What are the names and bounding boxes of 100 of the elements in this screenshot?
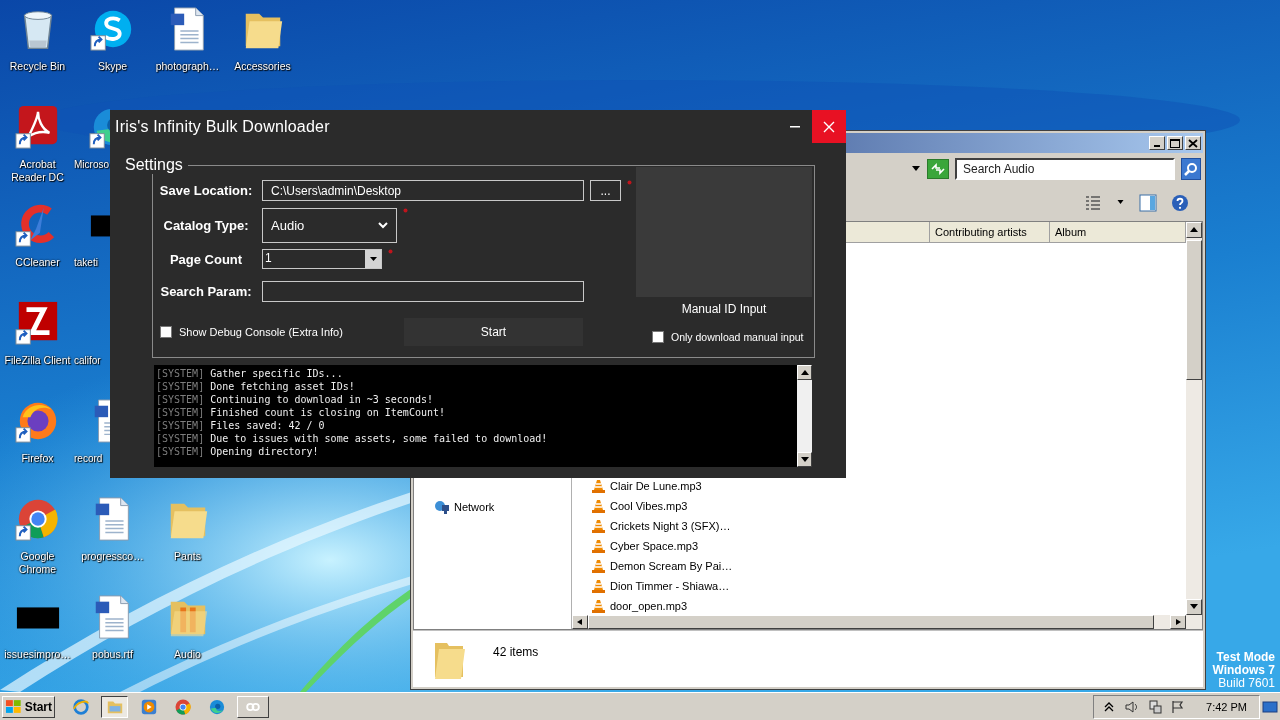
icon-label: Firefox <box>20 452 55 465</box>
catalog-type-dropdown[interactable]: Audio <box>262 208 397 243</box>
file-name[interactable]: Demon Scream By Pai… <box>610 560 733 572</box>
field-label: Search Param: <box>159 284 253 299</box>
scrollbar-thumb[interactable] <box>1186 240 1202 380</box>
checkbox-label[interactable]: Show Debug Console (Extra Info) <box>179 326 343 338</box>
show-desktop-icon[interactable] <box>1262 698 1278 715</box>
file-name[interactable]: Dion Timmer - Shiawa… <box>610 580 730 592</box>
minimize-icon <box>1154 144 1160 147</box>
icon-label: Pants <box>173 550 202 563</box>
scroll-up-button[interactable] <box>797 365 812 380</box>
browse-button[interactable]: ... <box>590 180 621 201</box>
os-notice-text: Test Mode <box>1216 651 1275 664</box>
traffic-cone-icon <box>592 539 605 553</box>
scrollbar-thumb[interactable] <box>588 615 1154 629</box>
os-notice-text: Windows 7 <box>1212 664 1275 677</box>
scroll-left-button[interactable] <box>572 615 588 629</box>
help-icon[interactable] <box>1171 194 1189 212</box>
scroll-right-button[interactable] <box>1170 615 1186 629</box>
clock[interactable]: 7:42 PM <box>1206 700 1247 713</box>
icon-label: record <box>74 452 103 465</box>
maximize-button[interactable] <box>1167 136 1183 150</box>
traffic-cone-icon <box>592 519 605 533</box>
checkbox[interactable] <box>160 326 172 338</box>
icon-label: Recycle Bin <box>8 60 67 73</box>
icon-label: progressco… <box>80 550 145 563</box>
globe-icon <box>434 499 450 515</box>
icon-label: CCleaner <box>14 256 61 269</box>
flag-icon[interactable] <box>1171 699 1186 714</box>
window-title: Iris's Infinity Bulk Downloader <box>114 117 331 136</box>
icon-label: Google Chrome <box>17 550 58 576</box>
icon-label: Microso <box>74 158 109 171</box>
arrow-down-icon <box>800 456 809 463</box>
close-button[interactable] <box>1185 136 1201 150</box>
column-header[interactable]: Contributing artists <box>930 222 1050 242</box>
item-count: 42 items <box>493 645 539 659</box>
arrow-up-icon <box>1190 227 1198 233</box>
icon-label: Audio <box>173 648 202 661</box>
minimize-icon <box>790 125 800 128</box>
speaker-icon[interactable] <box>1125 699 1140 714</box>
field-label: Manual ID Input <box>680 302 768 316</box>
file-name[interactable]: Cool Vibes.mp3 <box>610 500 688 512</box>
file-name[interactable]: Clair De Lune.mp3 <box>610 480 702 492</box>
field-label: Page Count <box>168 251 244 267</box>
start-button[interactable]: Start <box>2 695 55 718</box>
arrow-right-icon <box>1174 619 1182 625</box>
page-count-field[interactable]: 1 <box>262 249 382 269</box>
list-view-icon[interactable] <box>1084 194 1102 212</box>
taskbar-button[interactable] <box>101 695 128 718</box>
close-icon <box>823 120 835 133</box>
log-line: [SYSTEM] Finished count is closing on ItemCount! <box>156 406 446 419</box>
icon-label: photograph… <box>154 60 221 73</box>
minimize-button[interactable] <box>1149 136 1165 150</box>
checkbox-label[interactable]: Only download manual input <box>671 331 804 343</box>
log-line: [SYSTEM] Gather specific IDs... <box>156 367 344 380</box>
windows-flag-icon <box>5 698 23 715</box>
network-icon[interactable] <box>1148 699 1163 714</box>
nav-item[interactable]: Network <box>414 499 571 515</box>
search-icon <box>1184 162 1198 176</box>
os-notice-text: Build 7601 <box>1218 677 1275 690</box>
caret-icon[interactable] <box>1116 200 1125 206</box>
refresh-button[interactable] <box>927 159 949 179</box>
save-location-field[interactable]: C:\Users\admin\Desktop <box>262 180 584 201</box>
arrow-down-icon <box>369 257 377 261</box>
search-button[interactable] <box>1181 158 1201 180</box>
maximize-icon <box>1170 138 1180 148</box>
checkbox[interactable] <box>652 331 664 343</box>
icon-label: pobus.rtf <box>91 648 134 661</box>
scroll-down-button[interactable] <box>797 452 812 467</box>
scroll-up-button[interactable] <box>1186 222 1202 238</box>
log-line: [SYSTEM] Opening directory! <box>156 445 320 458</box>
arrows-icon <box>931 163 945 175</box>
icon-label: FileZilla Client <box>3 354 72 367</box>
traffic-cone-icon <box>592 599 605 613</box>
icon-label: califor <box>74 354 101 367</box>
caret-icon[interactable] <box>911 166 921 172</box>
traffic-cone-icon <box>592 559 605 573</box>
browser-icon <box>173 697 192 716</box>
log-line: [SYSTEM] Done fetching asset IDs! <box>156 380 356 393</box>
manual-id-input[interactable] <box>636 167 812 297</box>
field-label: Save Location: <box>158 183 254 198</box>
search-field[interactable]: Search Audio <box>955 158 1175 180</box>
traffic-cone-icon <box>592 479 605 493</box>
media-player-icon <box>139 697 158 716</box>
search-param-field[interactable] <box>262 281 584 302</box>
icon-label: Acrobat Reader DC <box>10 158 65 184</box>
browser-icon <box>71 697 90 716</box>
file-name[interactable]: door_open.mp3 <box>610 600 688 612</box>
start-button[interactable]: Start <box>404 318 583 346</box>
arrow-up-icon <box>800 369 809 376</box>
preview-pane-icon[interactable] <box>1139 194 1157 212</box>
file-name[interactable]: Cyber Space.mp3 <box>610 540 699 552</box>
close-icon <box>1188 138 1198 148</box>
scroll-down-button[interactable] <box>1186 599 1202 615</box>
log-line: [SYSTEM] Due to issues with some assets, some failed to download! <box>156 432 549 445</box>
log-line: [SYSTEM] Continuing to download in ~3 seconds! <box>156 393 434 406</box>
field-label: Catalog Type: <box>162 218 250 233</box>
arrow-down-icon <box>1190 604 1198 610</box>
group-title: Settings <box>125 156 188 174</box>
file-name[interactable]: Crickets Night 3 (SFX)… <box>610 520 731 532</box>
